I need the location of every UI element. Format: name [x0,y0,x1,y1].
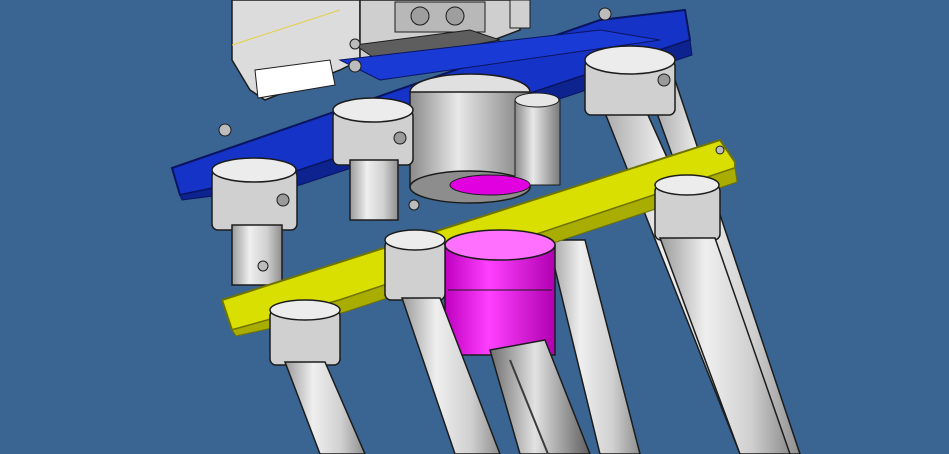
guide-rod [349,159,399,221]
guide-rod [231,224,283,286]
shaft-collar [269,299,341,366]
shaft-collar [654,174,721,241]
shaft-collar [211,157,298,231]
shaft-collar [584,45,676,116]
shaft-collar [332,97,414,166]
cad-viewport[interactable] [0,0,949,454]
shaft-collar [384,229,446,301]
cad-assembly-view [0,0,949,454]
